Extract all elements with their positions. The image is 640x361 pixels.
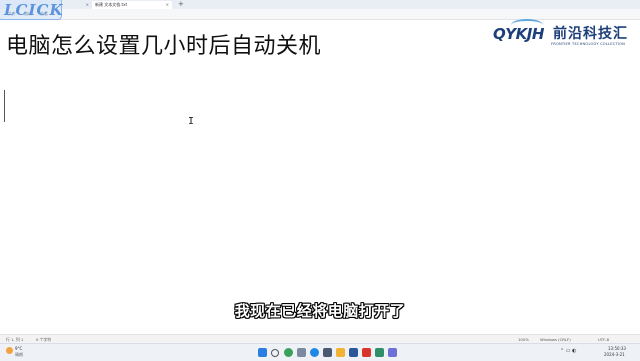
ibeam-cursor-icon: I [188,116,195,127]
tab-label: 新建 文本文档.txt [95,2,128,7]
weather-temp[interactable]: 9°C [15,346,22,351]
watermark-logo: LCICK [0,0,62,20]
subtitle-text: 我现在已经将电脑打开了 [234,302,406,320]
file-explorer-icon[interactable] [336,348,345,357]
chrome-icon[interactable] [284,348,293,357]
app-icon-2[interactable] [375,348,384,357]
video-subtitle: 我现在已经将电脑打开了 [0,300,640,321]
tab-strip: × 新建 文本文档.txt × + [0,0,640,9]
clock-date[interactable]: 2024-3-21 [604,352,625,357]
app-icon[interactable] [362,348,371,357]
tab-active[interactable]: 新建 文本文档.txt × [92,1,172,9]
brand-name: 前沿科技汇 [553,26,628,42]
brand-logo: QYKJH 前沿科技汇 FRONTIER TECHNOLOGY COLLECTI… [493,19,638,54]
brand-arc-icon [511,19,543,31]
text-caret [4,90,5,122]
clock-time[interactable]: 13:50:33 [608,346,626,351]
edge-icon[interactable] [310,348,319,357]
app-icon-3[interactable] [388,348,397,357]
brand-subtitle: FRONTIER TECHNOLOGY COLLECTION [551,42,625,46]
brand-mark: QYKJH [493,19,544,43]
text-editor[interactable] [0,64,640,334]
close-tab-icon[interactable]: × [166,1,169,9]
word-icon[interactable] [349,348,358,357]
weather-sun-icon[interactable] [6,347,13,354]
tray-icons[interactable]: ⌃ ▭ ◐ [560,348,576,354]
close-tab-icon[interactable]: × [86,1,89,9]
weather-desc[interactable]: 晴朗 [15,352,23,358]
menu-bar: 文件 编辑 查看 [0,9,640,20]
start-icon[interactable] [258,348,267,357]
search-icon[interactable] [271,349,279,357]
banner-title: 电脑怎么设置几小时后自动关机 [6,34,322,59]
new-tab-button[interactable]: + [178,0,184,9]
task-view-icon[interactable] [297,348,306,357]
taskbar: 9°C 晴朗 ⌃ ▭ ◐ 13:50:33 2024-3-21 [0,343,640,361]
settings-icon[interactable] [323,348,332,357]
